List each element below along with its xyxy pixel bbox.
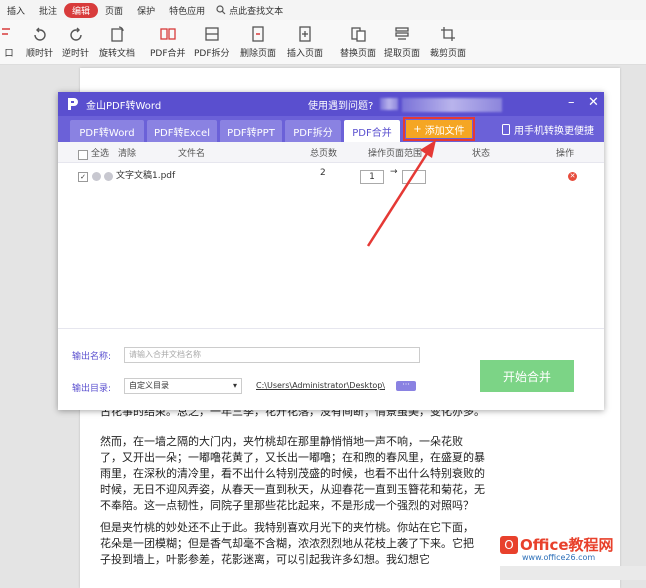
delete-page-button[interactable]: 删除页面	[240, 24, 276, 59]
document-line: 子投到墙上，叶影参差，花影迷离，可以引起我许多幻想。我幻想它	[100, 553, 430, 566]
clear-button[interactable]: 清除	[118, 146, 136, 159]
blurred-area	[402, 98, 502, 112]
tab-pdf-to-ppt[interactable]: PDF转PPT	[220, 120, 282, 142]
merge-icon	[157, 24, 179, 44]
rotate-document-icon	[106, 24, 128, 44]
output-name-label: 输出名称:	[72, 352, 112, 362]
browse-button[interactable]: ···	[396, 381, 416, 391]
tab-pdf-to-excel[interactable]: PDF转Excel	[147, 120, 217, 142]
document-line: 时候，无日不迎风弄姿，从春天一直到秋天，从迎春花一直到玉簪花和菊花，无	[100, 483, 485, 496]
start-merge-button[interactable]: 开始合并	[480, 360, 574, 392]
extract-page-button[interactable]: 提取页面	[384, 24, 420, 59]
split-icon	[201, 24, 223, 44]
dialog-title: 金山PDF转Word	[86, 100, 162, 112]
rotate-cw-icon	[29, 24, 51, 44]
tab-pdf-split[interactable]: PDF拆分	[285, 120, 341, 142]
pdf-merge-button[interactable]: PDF合并	[150, 24, 186, 59]
insert-page-button[interactable]: 插入页面	[287, 24, 323, 59]
header-filename: 文件名	[178, 149, 206, 159]
header-pages: 总页数	[310, 149, 338, 159]
rotate-clockwise-button[interactable]: 顺时针	[26, 24, 53, 59]
phone-convert-link[interactable]: 用手机转换更便捷	[502, 122, 594, 137]
pdf-convert-dialog: 金山PDF转Word 使用遇到问题? – ✕ PDF转Word PDF转Exce…	[58, 92, 604, 410]
crop-icon	[437, 24, 459, 44]
menu-insert[interactable]: 插入	[0, 4, 32, 17]
menu-protect[interactable]: 保护	[130, 4, 162, 17]
document-line: 花朵是一团模糊；但是香气却毫不含糊，浓浓烈烈地从花枝上袭了下来。它把	[100, 537, 474, 550]
insert-icon	[0, 24, 20, 44]
header-status: 状态	[472, 149, 491, 159]
table-row: ✓ 文字文稿1.pdf 2 1 → ✕	[58, 163, 604, 185]
help-link[interactable]: 使用遇到问题?	[308, 97, 373, 112]
file-name: 文字文稿1.pdf	[116, 171, 176, 181]
toolbar: 口 顺时针 逆时针 旋转文档 PDF合并 PDF拆分 删除页面 插入页面 替换页…	[0, 20, 646, 65]
header-action: 操作	[556, 149, 575, 159]
watermark: O Office教程网 www.office26.com	[500, 534, 614, 562]
document-line: 了，又开出一朵；一嘟噜花黄了，又长出一嘟噜；在和煦的春风里，在盛夏的暴	[100, 451, 485, 464]
chevron-down-icon: ▾	[232, 381, 237, 390]
document-line: 雨里，在深秋的清冷里，看不出什么特别茂盛的时候，也看不出什么特别衰败的	[100, 467, 485, 480]
rotate-counterclockwise-button[interactable]: 逆时针	[62, 24, 89, 59]
dialog-header: 金山PDF转Word 使用遇到问题? – ✕	[58, 92, 604, 116]
header-range: 操作页面范围	[368, 149, 423, 159]
replace-page-button[interactable]: 替换页面	[340, 24, 376, 59]
file-pages: 2	[320, 168, 326, 178]
plus-icon: +	[413, 123, 422, 135]
tab-pdf-merge[interactable]: PDF合并	[344, 120, 400, 142]
office-logo-icon: O	[500, 535, 518, 554]
rotate-document-button[interactable]: 旋转文档	[99, 24, 135, 59]
delete-page-icon	[247, 24, 269, 44]
output-path-link[interactable]: C:\Users\Administrator\Desktop\	[256, 381, 385, 390]
close-icon[interactable]: ✕	[588, 95, 599, 110]
menu-page[interactable]: 页面	[98, 4, 130, 17]
replace-page-icon	[347, 24, 369, 44]
crop-page-button[interactable]: 裁剪页面	[430, 24, 466, 59]
select-all-label: 全选	[91, 149, 110, 159]
output-dir-select[interactable]: 自定义目录 ▾	[124, 378, 242, 394]
document-line: 不奉陪。这一点韧性，同院子里那些花比起来，不是形成一个强烈的对照吗？	[100, 499, 474, 512]
toolbar-button-insert[interactable]: 口	[0, 24, 20, 59]
menu-comment[interactable]: 批注	[32, 4, 64, 17]
insert-page-icon	[294, 24, 316, 44]
output-name-input[interactable]: 请输入合并文档名称	[124, 347, 420, 363]
output-dir-label: 输出目录:	[72, 384, 112, 394]
menu-features[interactable]: 特色应用	[162, 4, 212, 17]
blurred-area	[380, 98, 398, 110]
rotate-ccw-icon	[65, 24, 87, 44]
document-line: 然而，在一墙之隔的大门内，夹竹桃却在那里静悄悄地一声不响，一朵花败	[100, 435, 463, 448]
phone-icon	[502, 124, 510, 135]
extract-page-icon	[391, 24, 413, 44]
app-logo-icon	[68, 98, 78, 110]
tab-bar: PDF转Word PDF转Excel PDF转PPT PDF拆分 PDF合并 +…	[58, 116, 604, 142]
file-table-header: 全选 清除 文件名 总页数 操作页面范围 状态 操作	[58, 142, 604, 163]
menu-bar: 插入 批注 编辑 页面 保护 特色应用 点此查找文本	[0, 0, 646, 20]
add-file-button[interactable]: + 添加文件	[403, 117, 475, 141]
search-icon	[216, 5, 226, 15]
tab-pdf-to-word[interactable]: PDF转Word	[70, 120, 144, 142]
pdf-split-button[interactable]: PDF拆分	[194, 24, 230, 59]
watermark-url: www.office26.com	[522, 553, 596, 562]
search-box[interactable]: 点此查找文本	[216, 4, 283, 17]
minimize-icon[interactable]: –	[568, 95, 575, 110]
range-arrow: →	[390, 167, 398, 177]
status-bar	[500, 566, 646, 580]
search-label: 点此查找文本	[229, 6, 284, 17]
watermark-brand: Office教程网	[520, 536, 614, 554]
document-line: 但是夹竹桃的妙处还不止于此。我特别喜欢月光下的夹竹桃。你站在它下面，	[100, 521, 474, 534]
menu-edit[interactable]: 编辑	[64, 2, 99, 18]
